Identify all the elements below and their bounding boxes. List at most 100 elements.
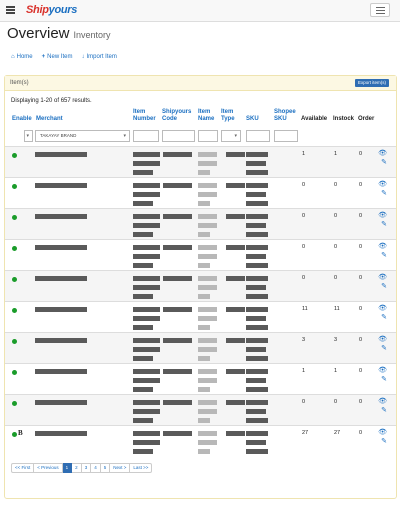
merchant-filter-select[interactable]: TAKAYAY BRAND ▾ [35, 130, 130, 142]
table-row: 0 0 0 👁 ✎ [5, 239, 396, 270]
col-item-name[interactable]: Item Name [198, 109, 218, 123]
enabled-status-dot [12, 401, 17, 406]
redacted-cell [163, 431, 192, 436]
sku-filter[interactable] [246, 130, 270, 142]
item-name-filter[interactable] [198, 130, 218, 142]
redacted-cell [198, 223, 217, 228]
page-link[interactable]: 5 [100, 463, 111, 473]
redacted-cell [246, 369, 268, 374]
redacted-cell [198, 400, 217, 405]
redacted-cell [198, 347, 217, 352]
shipyours-code-filter[interactable] [162, 130, 195, 142]
redacted-cell [133, 161, 160, 166]
home-link[interactable]: ⌂ Home [11, 54, 33, 60]
edit-icon[interactable]: ✎ [381, 220, 387, 228]
items-panel: Item(s) Export item(s) Displaying 1-20 o… [4, 75, 397, 499]
prev-page-link[interactable]: < Previous [34, 463, 63, 473]
enabled-status-dot [12, 215, 17, 220]
edit-icon[interactable]: ✎ [381, 282, 387, 290]
view-icon[interactable]: 👁 [378, 428, 387, 436]
edit-icon[interactable]: ✎ [381, 158, 387, 166]
view-icon[interactable]: 👁 [378, 304, 387, 312]
redacted-cell [226, 307, 245, 312]
instock-value: 0 [334, 182, 338, 188]
redacted-cell [246, 316, 266, 321]
available-value: 1 [302, 368, 306, 374]
redacted-cell [198, 440, 217, 445]
page-link[interactable]: 1 [62, 463, 73, 473]
col-shipyours-code[interactable]: Shipyours Code [162, 109, 196, 123]
redacted-cell [133, 214, 160, 219]
edit-icon[interactable]: ✎ [381, 313, 387, 321]
export-button[interactable]: Export item(s) [354, 79, 389, 87]
redacted-cell [198, 214, 217, 219]
redacted-cell [133, 307, 160, 312]
last-page-link[interactable]: Last >> [130, 463, 153, 473]
enabled-status-dot [12, 184, 17, 189]
col-enable[interactable]: Enable [12, 116, 32, 123]
enabled-status-dot [12, 308, 17, 313]
edit-icon[interactable]: ✎ [381, 344, 387, 352]
available-value: 11 [302, 306, 308, 312]
order-value: 0 [359, 244, 363, 250]
redacted-cell [163, 214, 192, 219]
col-shopee-sku[interactable]: Shopee SKU [274, 109, 300, 123]
col-order: Order [358, 116, 375, 122]
view-icon[interactable]: 👁 [378, 366, 387, 374]
redacted-cell [198, 378, 217, 383]
edit-icon[interactable]: ✎ [381, 375, 387, 383]
redacted-cell [133, 285, 160, 290]
redacted-cell [133, 400, 160, 405]
redacted-cell [226, 276, 245, 281]
view-icon[interactable]: 👁 [378, 149, 387, 157]
col-sku[interactable]: SKU [246, 116, 259, 123]
item-type-filter-select[interactable]: ▾ [221, 130, 241, 142]
redacted-cell [198, 356, 210, 361]
redacted-cell [163, 183, 192, 188]
redacted-cell [246, 263, 268, 268]
order-value: 0 [359, 430, 363, 436]
panel-heading: Item(s) Export item(s) [5, 76, 396, 91]
view-icon[interactable]: 👁 [378, 335, 387, 343]
view-icon[interactable]: 👁 [378, 211, 387, 219]
logo[interactable]: Shipyours [26, 4, 77, 16]
redacted-cell [246, 152, 268, 157]
redacted-cell [226, 183, 245, 188]
first-page-link[interactable]: << First [11, 463, 35, 473]
view-icon[interactable]: 👁 [378, 180, 387, 188]
col-merchant[interactable]: Merchant [36, 116, 63, 123]
shopee-sku-filter[interactable] [274, 130, 298, 142]
menu-icon[interactable] [6, 6, 15, 14]
redacted-cell [198, 183, 217, 188]
page-link[interactable]: 2 [72, 463, 82, 473]
redacted-cell [133, 183, 160, 188]
edit-icon[interactable]: ✎ [381, 437, 387, 445]
redacted-cell [133, 347, 160, 352]
enable-filter-select[interactable]: ▾ [24, 130, 33, 142]
new-item-link[interactable]: + New Item [42, 54, 73, 60]
col-item-type[interactable]: Item Type [221, 109, 241, 123]
page-link[interactable]: 4 [91, 463, 101, 473]
view-icon[interactable]: 👁 [378, 242, 387, 250]
col-item-number[interactable]: Item Number [133, 109, 161, 123]
redacted-cell [246, 201, 268, 206]
redacted-cell [133, 418, 153, 423]
edit-icon[interactable]: ✎ [381, 406, 387, 414]
redacted-cell [133, 369, 160, 374]
order-value: 0 [359, 306, 363, 312]
nav-toggle-button[interactable] [370, 3, 390, 17]
view-icon[interactable]: 👁 [378, 273, 387, 281]
item-number-filter[interactable] [133, 130, 159, 142]
page-link[interactable]: 3 [81, 463, 92, 473]
view-icon[interactable]: 👁 [378, 397, 387, 405]
import-item-link[interactable]: ↓ Import Item [82, 54, 117, 60]
redacted-cell [198, 201, 210, 206]
table-row: 1 1 0 👁 ✎ [5, 363, 396, 394]
edit-icon[interactable]: ✎ [381, 251, 387, 259]
redacted-cell [133, 325, 153, 330]
redacted-cell [35, 245, 87, 250]
edit-icon[interactable]: ✎ [381, 189, 387, 197]
redacted-cell [198, 418, 210, 423]
next-page-link[interactable]: Next > [110, 463, 131, 473]
table-row: 0 0 0 👁 ✎ [5, 270, 396, 301]
